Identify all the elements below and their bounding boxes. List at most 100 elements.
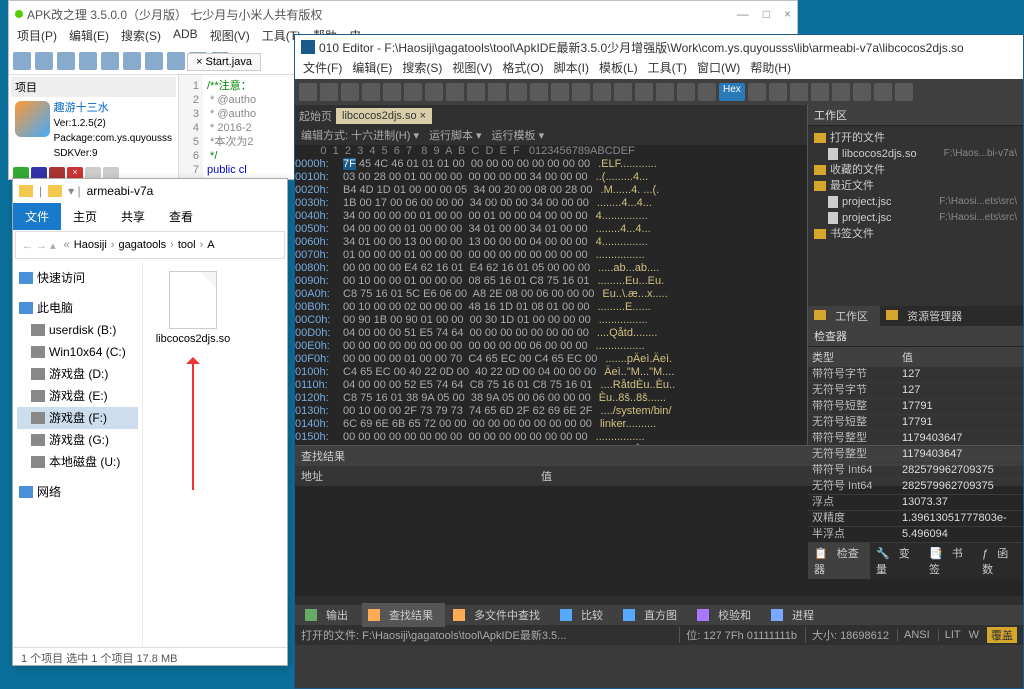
tb-icon[interactable]	[614, 83, 632, 101]
menu-view[interactable]: 视图(V)	[210, 27, 250, 47]
hex-row[interactable]: 0030h:1B 00 17 00 06 00 00 00 34 00 00 0…	[295, 197, 807, 210]
tb-icon[interactable]	[123, 52, 141, 70]
inspector-row[interactable]: 无符号 Int64282579962709375	[808, 479, 1023, 495]
tb-icon[interactable]	[35, 52, 53, 70]
tree-favorites[interactable]: 收藏的文件	[814, 162, 1017, 178]
workspace-tree[interactable]: 打开的文件 libcocos2djs.soF:\Haos...bi-v7a\ 收…	[808, 126, 1023, 306]
tab-home[interactable]: 主页	[61, 203, 109, 230]
menu-adb[interactable]: ADB	[173, 27, 198, 47]
btab-histogram[interactable]: 直方图	[617, 603, 689, 627]
rtab-workspace[interactable]: 工作区	[808, 306, 880, 326]
tb-icon[interactable]	[874, 83, 892, 101]
hex-row[interactable]: 00C0h:00 90 1B 00 90 01 00 00 00 30 1D 0…	[295, 314, 807, 327]
nav-drive[interactable]: Win10x64 (C:)	[17, 341, 138, 363]
tree-file[interactable]: libcocos2djs.soF:\Haos...bi-v7a\	[814, 146, 1017, 162]
menu-edit[interactable]: 编辑(E)	[69, 27, 109, 47]
tb-icon[interactable]	[790, 83, 808, 101]
tb-icon[interactable]	[656, 83, 674, 101]
crumb[interactable]: tool	[178, 239, 196, 251]
inspector-row[interactable]: 带符号字节127	[808, 367, 1023, 383]
nav-drive[interactable]: 本地磁盘 (U:)	[17, 451, 138, 473]
btab-output[interactable]: 输出	[299, 603, 360, 627]
btab-compare[interactable]: 比较	[554, 603, 615, 627]
hex-row[interactable]: 0080h:00 00 00 00 E4 62 16 01 E4 62 16 0…	[295, 262, 807, 275]
tree-recent[interactable]: 最近文件	[814, 178, 1017, 194]
nav-this-pc[interactable]: 此电脑	[17, 297, 138, 319]
tab-view[interactable]: 查看	[157, 203, 205, 230]
inspector-row[interactable]: 无符号整型1179403647	[808, 447, 1023, 463]
crumb[interactable]: Haosiji	[74, 239, 107, 251]
hex-row[interactable]: 0110h:04 00 00 00 52 E5 74 64 C8 75 16 0…	[295, 379, 807, 392]
tb-icon[interactable]	[13, 52, 31, 70]
file-list[interactable]: libcocos2djs.so	[143, 261, 287, 647]
apkide-titlebar[interactable]: APK改之理 3.5.0.0（少月版） 七少月与小米人共有版权 — □ ×	[9, 1, 797, 27]
inspector-row[interactable]: 带符号短整17791	[808, 399, 1023, 415]
tb-icon[interactable]	[101, 52, 119, 70]
tab-file[interactable]: 文件	[13, 203, 61, 230]
tb-icon[interactable]	[299, 83, 317, 101]
tb-icon[interactable]	[488, 83, 506, 101]
menu-help[interactable]: 帮助(H)	[750, 59, 791, 79]
hex-row[interactable]: 00F0h:00 00 00 00 01 00 00 70 C4 65 EC 0…	[295, 353, 807, 366]
tb-icon[interactable]	[509, 83, 527, 101]
hex-view[interactable]: 0 1 2 3 4 5 6 7 8 9 A B C D E F 01234567…	[295, 145, 807, 445]
btab-process[interactable]: 进程	[765, 603, 826, 627]
hex-row[interactable]: 0060h:34 01 00 00 13 00 00 00 13 00 00 0…	[295, 236, 807, 249]
menu-tools[interactable]: 工具(T)	[648, 59, 687, 79]
hex-row[interactable]: 0090h:00 10 00 00 01 00 00 00 08 65 16 0…	[295, 275, 807, 288]
hex-mode-badge[interactable]: Hex	[719, 83, 745, 101]
tb-icon[interactable]	[383, 83, 401, 101]
close-button[interactable]: ×	[784, 7, 791, 21]
status-ovr[interactable]: 覆盖	[987, 627, 1017, 643]
hex-row[interactable]: 0140h:6C 69 6E 6B 65 72 00 00 00 00 00 0…	[295, 418, 807, 431]
tb-icon[interactable]	[320, 83, 338, 101]
tb-icon[interactable]	[341, 83, 359, 101]
tb-icon[interactable]	[677, 83, 695, 101]
tb-icon[interactable]	[446, 83, 464, 101]
itab-funcs[interactable]: ƒ 函数	[976, 543, 1023, 579]
tb-icon[interactable]	[769, 83, 787, 101]
nav-drive[interactable]: 游戏盘 (F:)	[17, 407, 138, 429]
tab-start[interactable]: 起始页	[299, 108, 332, 124]
tb-icon[interactable]	[635, 83, 653, 101]
tb-icon[interactable]	[362, 83, 380, 101]
menu-script[interactable]: 脚本(I)	[554, 59, 589, 79]
edit-mode[interactable]: 编辑方式: 十六进制(H) ▾	[301, 127, 419, 145]
hex-row[interactable]: 0000h:7F 45 4C 46 01 01 01 00 00 00 00 0…	[295, 158, 807, 171]
tb-icon[interactable]	[832, 83, 850, 101]
crumb[interactable]: gagatools	[118, 239, 166, 251]
hex-row[interactable]: 00D0h:04 00 00 00 51 E5 74 64 00 00 00 0…	[295, 327, 807, 340]
code-tab[interactable]: × Start.java	[187, 53, 261, 71]
tree-file[interactable]: project.jscF:\Haosi...ets\src\	[814, 210, 1017, 226]
menu-format[interactable]: 格式(O)	[502, 59, 543, 79]
menu-template[interactable]: 模板(L)	[599, 59, 638, 79]
hex-row[interactable]: 0050h:04 00 00 00 01 00 00 00 34 01 00 0…	[295, 223, 807, 236]
explorer-titlebar[interactable]: | ▾ | armeabi-v7a	[13, 179, 287, 203]
tb-icon[interactable]	[167, 52, 185, 70]
nav-network[interactable]: 网络	[17, 481, 138, 503]
project-tree[interactable]: 趣游十三水 Ver:1.2.5(2) Package:com.ys.quyous…	[11, 97, 176, 165]
tree-bookmarks[interactable]: 书签文件	[814, 226, 1017, 242]
tb-icon[interactable]	[593, 83, 611, 101]
tb-icon[interactable]	[811, 83, 829, 101]
inspector-row[interactable]: 无符号短整17791	[808, 415, 1023, 431]
crumb[interactable]: A	[207, 239, 214, 251]
nav-quick-access[interactable]: 快速访问	[17, 267, 138, 289]
nav-drive[interactable]: 游戏盘 (G:)	[17, 429, 138, 451]
itab-bookmarks[interactable]: 📑 书签	[923, 543, 976, 579]
tb-icon[interactable]	[79, 52, 97, 70]
tb-icon[interactable]	[404, 83, 422, 101]
tree-open-files[interactable]: 打开的文件	[814, 130, 1017, 146]
tb-icon[interactable]	[572, 83, 590, 101]
hex-row[interactable]: 0100h:C4 65 EC 00 40 22 0D 00 40 22 0D 0…	[295, 366, 807, 379]
tb-icon[interactable]	[551, 83, 569, 101]
btab-find-in-files[interactable]: 多文件中查找	[447, 603, 552, 627]
hex-row[interactable]: 0070h:01 00 00 00 01 00 00 00 00 00 00 0…	[295, 249, 807, 262]
tb-icon[interactable]	[530, 83, 548, 101]
nav-drive[interactable]: 游戏盘 (E:)	[17, 385, 138, 407]
inspector-row[interactable]: 带符号整型1179403647	[808, 431, 1023, 447]
tab-file[interactable]: libcocos2djs.so ×	[336, 108, 432, 124]
tb-icon[interactable]	[748, 83, 766, 101]
nav-drive[interactable]: userdisk (B:)	[17, 319, 138, 341]
menu-view[interactable]: 视图(V)	[452, 59, 492, 79]
